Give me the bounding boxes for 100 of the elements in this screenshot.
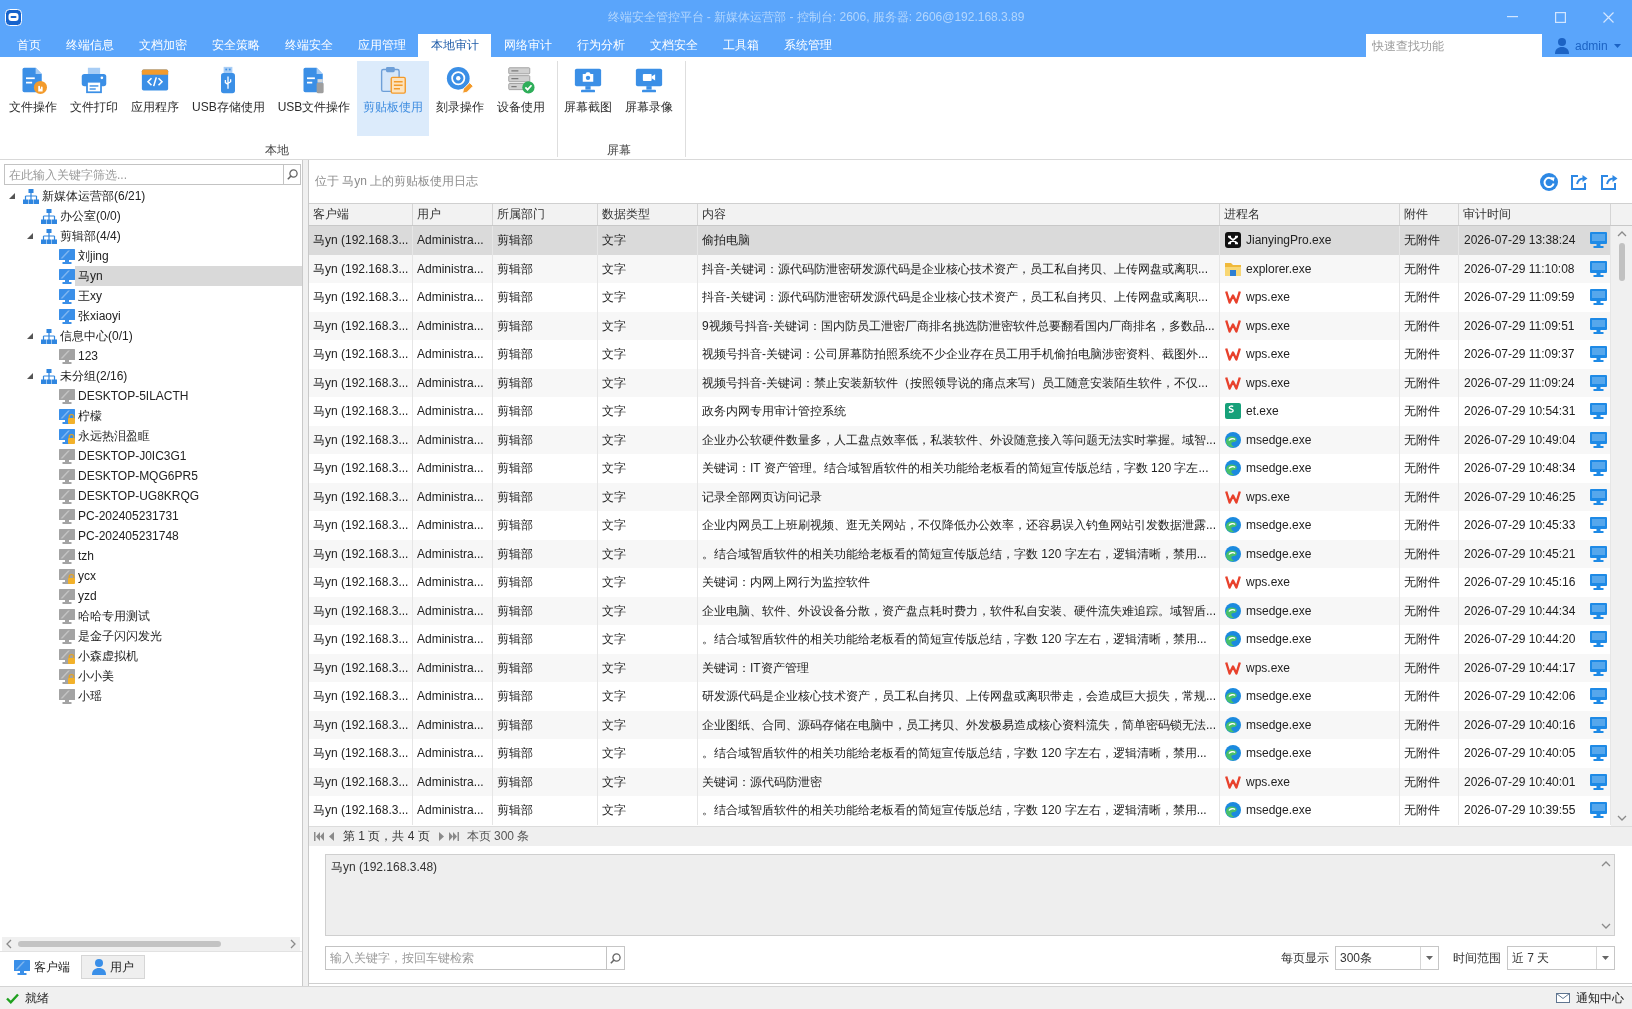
page-size-dropdown[interactable]: 300条 [1335, 946, 1439, 970]
tree-item[interactable]: 是金子闪闪发光 [75, 626, 165, 646]
toolbar-button[interactable]: USB存储使用 [186, 61, 271, 136]
table-cell: 。结合域智盾软件的相关功能给老板看的简短宣传版总结，字数 120 字左右，逻辑清晰，禁用... [698, 739, 1220, 768]
column-header[interactable]: 数据类型 [598, 204, 698, 225]
toolbar-button[interactable]: 文件操作 [3, 61, 63, 136]
scroll-down-icon[interactable] [1616, 815, 1627, 821]
tree-item[interactable]: 刘jing [75, 246, 112, 266]
scroll-thumb[interactable] [18, 941, 221, 947]
table-cell: 剪辑部 [493, 625, 598, 654]
scroll-thumb[interactable] [1618, 243, 1625, 281]
table-row[interactable]: 马yn (192.168.3... Administra... 剪辑部 文字 关键词：源代码防泄密 wps.exe 无附件 2026-07-29 10:40:01 [309, 767, 1611, 796]
table-cell: Administra... [413, 226, 493, 255]
column-header[interactable]: 客户端 [309, 204, 413, 225]
table-row[interactable]: 马yn (192.168.3... Administra... 剪辑部 文字 企业图纸、合同、源码存储在电脑中，员工拷贝、外发极易造成核心资料流失，简单密码锁无法... msedge.exe 无附件 2026-07-29 10:40:16 [309, 710, 1611, 739]
sidebar-tab[interactable]: 用户 [81, 955, 145, 979]
triangle-icon[interactable] [26, 232, 34, 240]
time-range-dropdown[interactable]: 近 7 天 [1507, 946, 1615, 970]
tree-item[interactable]: yzd [75, 586, 100, 606]
previous-page-icon[interactable] [329, 832, 334, 841]
tree-item[interactable]: 王xy [75, 286, 105, 306]
toolbar-button[interactable]: USB文件操作 [271, 61, 357, 136]
tree-item[interactable]: 永远热泪盈眶 [75, 426, 153, 446]
tree-item[interactable]: 哈哈专用测试 [75, 606, 153, 626]
scroll-down-icon[interactable] [1600, 923, 1611, 929]
scroll-up-icon[interactable] [1600, 861, 1611, 867]
export-icon[interactable] [1570, 172, 1588, 191]
toolbar-button[interactable]: 屏幕截图 [558, 61, 619, 136]
table-row[interactable]: 马yn (192.168.3... Administra... 剪辑部 文字 偷拍电脑 JianyingPro.exe 无附件 2026-07-29 13:38:24 [309, 226, 1611, 255]
tree-item[interactable]: ycx [75, 566, 99, 586]
tree-item[interactable]: 123 [75, 346, 102, 366]
search-button[interactable] [284, 164, 301, 185]
toolbar-button[interactable]: 设备使用 [491, 61, 552, 136]
tree-item[interactable]: 柠檬 [75, 406, 105, 426]
toolbar-button[interactable]: 屏幕录像 [619, 61, 680, 136]
tree-item[interactable]: 剪辑部(4/4) [57, 226, 124, 246]
toolbar-button[interactable]: 刻录操作 [430, 61, 491, 136]
scroll-up-icon[interactable] [1616, 231, 1627, 237]
page-size-label: 每页显示 [1281, 949, 1329, 967]
column-header[interactable]: 用户 [413, 204, 493, 225]
refresh-icon[interactable] [1540, 172, 1558, 191]
tree-item[interactable]: 办公室(0/0) [57, 206, 124, 226]
tree-item[interactable]: 新媒体运营部(6/21) [39, 186, 149, 206]
tree-item[interactable]: tzh [75, 546, 97, 566]
table-row[interactable]: 马yn (192.168.3... Administra... 剪辑部 文字 企业电脑、软件、外设设备分散，资产盘点耗时费力，软件私自安装、硬件流失难追踪。域智盾... msedge.exe 无附件 2026-07-29 10:44:34 [309, 596, 1611, 625]
triangle-icon[interactable] [26, 372, 34, 380]
tree-item[interactable]: DESKTOP-5ILACTH [75, 386, 192, 406]
monitor-icon [1590, 745, 1607, 762]
tree-item[interactable]: PC-202405231731 [75, 506, 182, 526]
tree-item[interactable]: 小瑶 [75, 686, 105, 706]
horizontal-scrollbar[interactable] [2, 937, 300, 951]
menu-tab[interactable]: 本地审计 [418, 34, 491, 57]
column-header[interactable]: 进程名 [1220, 204, 1400, 225]
tree-item[interactable]: 马yn [75, 266, 302, 286]
tree-item[interactable]: 信息中心(0/1) [57, 326, 136, 346]
scroll-right-icon[interactable] [290, 939, 296, 949]
tree-item[interactable]: 未分组(2/16) [57, 366, 131, 386]
group-label: 本地 [265, 143, 290, 157]
scroll-left-icon[interactable] [6, 939, 12, 949]
audit-time: 2026-07-29 11:10:08 [1464, 261, 1575, 276]
tree-item[interactable]: 小森虚拟机 [75, 646, 141, 666]
tree-item[interactable]: DESKTOP-UG8KRQG [75, 486, 203, 506]
process-name: msedge.exe [1246, 518, 1312, 533]
toolbar-button[interactable]: 应用程序 [125, 61, 185, 136]
filter-field[interactable]: 在此输入关键字筛选... [4, 164, 284, 185]
org-chart-icon [41, 208, 57, 224]
table-row[interactable]: 马yn (192.168.3... Administra... 剪辑部 文字 视频号抖音-关键词：禁止安装新软件（按照领导说的痛点来写）员工随意安装陌生软件，不仅... wps.exe 无附件 2026-07-29 11:09:24 [309, 368, 1611, 397]
column-header[interactable]: 内容 [698, 204, 1220, 225]
keyword-search-field[interactable]: 输入关键字，按回车键检索 [325, 946, 607, 970]
tree-item[interactable]: DESKTOP-J0IC3G1 [75, 446, 190, 466]
process-name: msedge.exe [1246, 746, 1312, 761]
detail-text-area[interactable]: 马yn (192.168.3.48) [325, 854, 1615, 936]
table-row[interactable]: 马yn (192.168.3... Administra... 剪辑部 文字 记录全部网页访问记录 wps.exe 无附件 2026-07-29 10:46:25 [309, 482, 1611, 511]
column-header[interactable]: 所属部门 [493, 204, 598, 225]
table-row[interactable]: 马yn (192.168.3... Administra... 剪辑部 文字 企业办公软硬件数量多，人工盘点效率低，私装软件、外设随意接入等问题无法实时掌握。域智... msedge.exe 无附件 2026-07-29 10:49:04 [309, 425, 1611, 454]
notification-center-link[interactable]: 通知中心 [1576, 989, 1624, 1007]
table-row[interactable]: 马yn (192.168.3... Administra... 剪辑部 文字 9视频号抖音-关键词：国内防员工泄密厂商排名挑选防泄密软件总要翻看国内厂商排名，多数品... wps.exe 无附件 2026-07-29 11:09:51 [309, 311, 1611, 340]
search-button[interactable] [607, 946, 625, 970]
column-header[interactable]: 附件 [1400, 204, 1459, 225]
tree-item[interactable]: 小小美 [75, 666, 117, 686]
last-page-icon[interactable] [448, 832, 459, 841]
next-page-icon[interactable] [438, 832, 444, 841]
quick-search-field[interactable]: 快速查找功能 [1366, 34, 1542, 57]
column-header[interactable]: 审计时间 [1459, 204, 1611, 225]
tree-item[interactable]: 张xiaoyi [75, 306, 124, 326]
vertical-scrollbar[interactable] [1611, 226, 1632, 826]
scissors-tile-icon [1225, 232, 1241, 249]
monitor-icon [1590, 403, 1607, 420]
table-row[interactable]: 马yn (192.168.3... Administra... 剪辑部 文字 抖音-关键词：源代码防泄密研发源代码是企业核心技术资产，员工私自拷贝、上传网盘或离职... explorer.exe 无附件 2026-07-29 11:10:08 [309, 254, 1611, 283]
triangle-icon[interactable] [8, 192, 16, 200]
triangle-icon[interactable] [26, 332, 34, 340]
export-icon[interactable] [1600, 172, 1618, 191]
tree-item[interactable]: DESKTOP-MQG6PR5 [75, 466, 201, 486]
first-page-icon[interactable] [314, 832, 324, 841]
tree-item[interactable]: PC-202405231748 [75, 526, 182, 546]
toolbar-button[interactable]: 文件打印 [64, 61, 124, 136]
table-row[interactable]: 马yn (192.168.3... Administra... 剪辑部 文字 关键词：IT资产管理 wps.exe 无附件 2026-07-29 10:44:17 [309, 653, 1611, 682]
table-row[interactable]: 马yn (192.168.3... Administra... 剪辑部 文字 。结合域智盾软件的相关功能给老板看的简短宣传版总结，字数 120 字左右，逻辑清晰，禁用... msedge.exe 无附件 2026-07-29 10:45:21 [309, 539, 1611, 568]
table-cell: 文字 [598, 226, 698, 255]
swirl-icon [1225, 802, 1241, 819]
